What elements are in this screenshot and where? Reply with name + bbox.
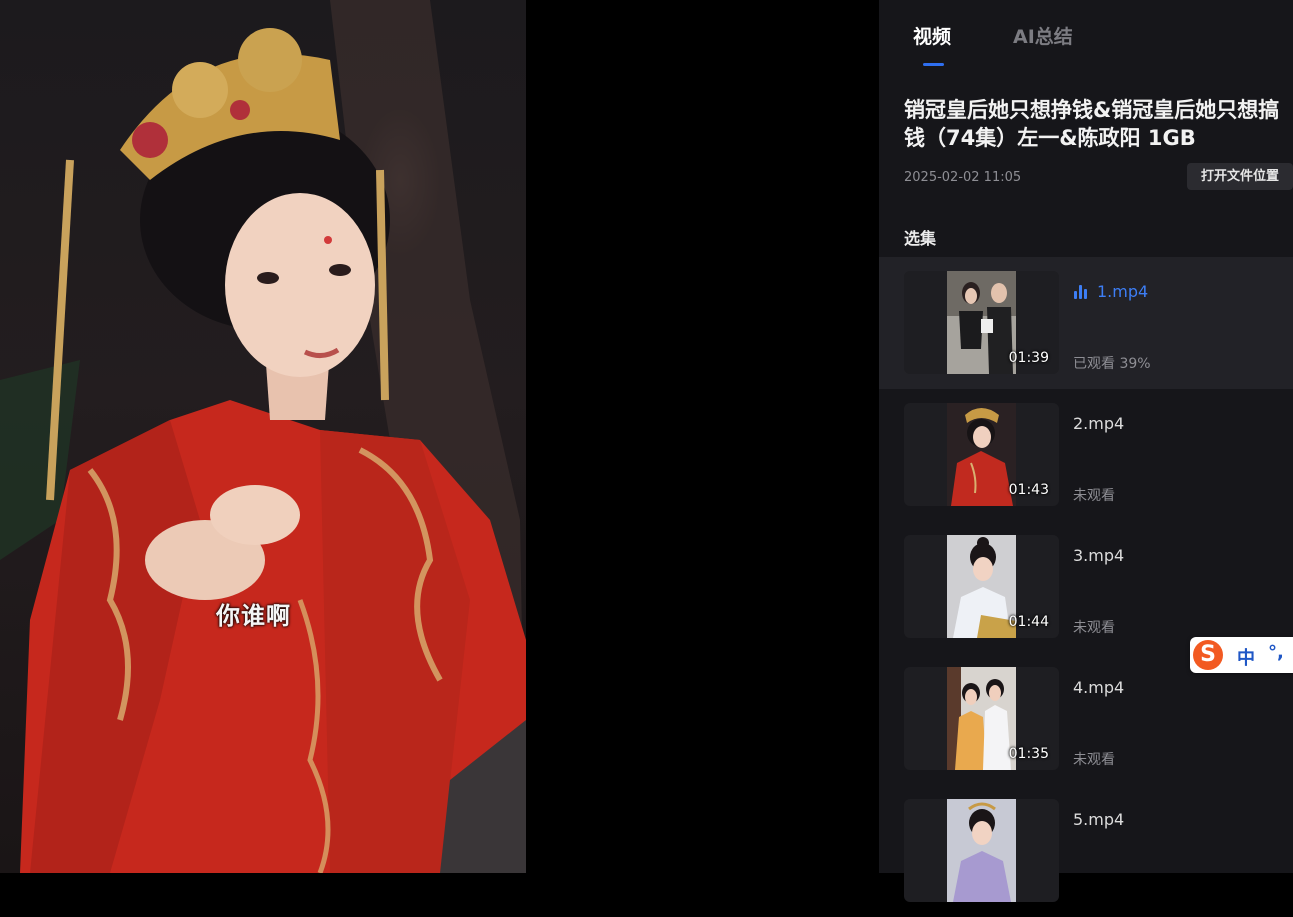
episode-thumbnail: 01:35 (904, 667, 1059, 770)
episode-name: 2.mp4 (1073, 414, 1125, 433)
episode-watch-status: 未观看 (1073, 488, 1115, 504)
episode-watch-status: 已观看 39% (1073, 356, 1151, 372)
video-frame-image (0, 0, 526, 873)
ime-punctuation-toggle[interactable]: °, (1268, 642, 1284, 663)
episode-name: 1.mp4 (1097, 282, 1149, 301)
episode-name: 4.mp4 (1073, 678, 1125, 697)
episode-thumbnail: 01:44 (904, 535, 1059, 638)
episode-duration: 01:39 (1008, 350, 1049, 366)
episode-duration: 01:43 (1008, 482, 1049, 498)
ime-language-toggle[interactable]: 中 (1237, 644, 1255, 670)
episode-item[interactable]: 01:43 2.mp4 未观看 (879, 389, 1293, 521)
episode-section-title: 选集 (904, 229, 937, 248)
active-tab-indicator (923, 63, 944, 66)
video-date: 2025-02-02 11:05 (904, 170, 1022, 185)
panel-tabs: 视频 AI总结 (879, 0, 1293, 70)
video-title: 销冠皇后她只想挣钱&销冠皇后她只想搞钱（74集）左一&陈政阳 1GB (904, 98, 1280, 150)
episode-thumbnail: 01:39 (904, 271, 1059, 374)
episode-name: 3.mp4 (1073, 546, 1125, 565)
episode-list[interactable]: 01:39 1.mp4 已观看 39% 01:43 2.mp4 未观看 01:4… (879, 257, 1293, 917)
episode-item[interactable]: 01:39 1.mp4 已观看 39% (879, 257, 1293, 389)
now-playing-icon (1074, 285, 1090, 299)
video-subtitle: 你谁啊 (216, 602, 291, 630)
episode-duration: 01:44 (1008, 614, 1049, 630)
side-panel: 视频 AI总结 销冠皇后她只想挣钱&销冠皇后她只想搞钱（74集）左一&陈政阳 1… (879, 0, 1293, 902)
tab-ai-summary[interactable]: AI总结 (1013, 22, 1073, 49)
episode-thumbnail: 01:43 (904, 403, 1059, 506)
episode-watch-status: 未观看 (1073, 620, 1115, 636)
video-frame[interactable]: 你谁啊 (0, 0, 526, 873)
episode-item[interactable]: 01:44 3.mp4 未观看 (879, 521, 1293, 653)
episode-thumbnail (904, 799, 1059, 902)
episode-duration: 01:35 (1008, 746, 1049, 762)
episode-item[interactable]: 5.mp4 (879, 785, 1293, 917)
sogou-logo-icon[interactable]: S (1193, 640, 1223, 670)
episode-watch-status: 未观看 (1073, 752, 1115, 768)
tab-video[interactable]: 视频 (913, 22, 951, 49)
open-file-location-button[interactable]: 打开文件位置 (1187, 163, 1293, 190)
ime-toolbar[interactable]: S 中 °, (1190, 637, 1293, 673)
episode-name: 5.mp4 (1073, 810, 1125, 829)
video-player[interactable]: 你谁啊 (0, 0, 879, 873)
